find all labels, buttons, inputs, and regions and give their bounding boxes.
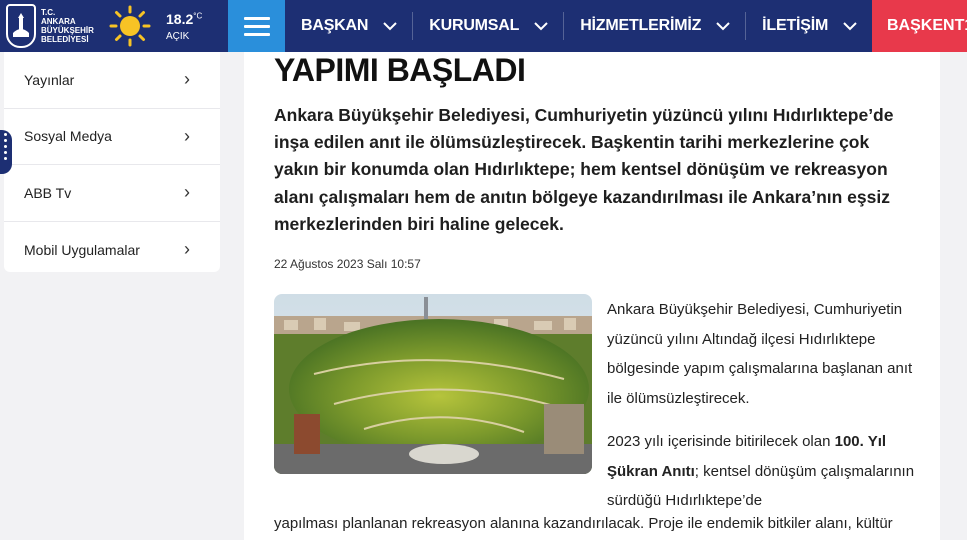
sidebar-item-sosyal-medya[interactable]: Sosyal Medya › <box>4 109 220 165</box>
logo-emblem-icon <box>6 4 36 48</box>
top-navigation-bar: T.C. ANKARA BÜYÜKŞEHİR BELEDİYESİ 18.2°C… <box>0 0 967 52</box>
nav-item-baskan[interactable]: BAŞKAN <box>285 0 412 52</box>
article-body: Ankara Büyükşehir Belediyesi, Cumhuriyet… <box>607 295 917 516</box>
chevron-right-icon: › <box>184 125 190 146</box>
sidebar-item-mobil-uygulamalar[interactable]: Mobil Uygulamalar › <box>4 222 220 279</box>
logo-line: BELEDİYESİ <box>41 35 89 44</box>
sidebar-item-label: ABB Tv <box>24 184 72 201</box>
logo-line: BÜYÜKŞEHİR <box>41 26 94 35</box>
nav-label: KURUMSAL <box>429 17 520 34</box>
nav-label: İLETİŞİM <box>762 17 829 34</box>
sidebar-menu: Yayınlar › Sosyal Medya › ABB Tv › Mobil… <box>4 52 220 272</box>
nav-item-iletisim[interactable]: İLETİŞİM <box>746 0 872 52</box>
article-date: 22 Ağustos 2023 Salı 10:57 <box>274 257 421 271</box>
temperature-number: 18.2 <box>166 10 194 27</box>
sidebar-item-label: Yayınlar <box>24 71 75 88</box>
chevron-down-icon[interactable] <box>701 0 745 52</box>
article-paragraph-continued: yapılması planlanan rekreasyon alanına k… <box>274 515 893 532</box>
main-nav: BAŞKAN KURUMSAL HİZMETLERİMİZ İLETİŞİM <box>285 0 872 52</box>
article-title: YAPIMI BAŞLADI <box>274 52 526 88</box>
nav-item-baskent15[interactable]: BAŞKENT15 <box>872 0 967 52</box>
sun-icon <box>109 5 151 47</box>
temperature-unit: °C <box>193 10 203 20</box>
nav-label: HİZMETLERİMİZ <box>580 17 702 34</box>
chevron-right-icon: › <box>184 182 190 203</box>
chevron-right-icon: › <box>184 239 190 260</box>
text-segment: 2023 yılı içerisinde bitirilecek olan <box>607 433 835 450</box>
article-photo[interactable] <box>274 294 592 474</box>
logo-line: ANKARA <box>41 17 76 26</box>
logo-line: T.C. <box>41 8 56 17</box>
sidebar-item-label: Mobil Uygulamalar <box>24 241 140 258</box>
temperature-value: 18.2°C <box>166 11 202 27</box>
nav-item-hizmetlerimiz[interactable]: HİZMETLERİMİZ <box>564 0 745 52</box>
chevron-down-icon[interactable] <box>828 0 872 52</box>
article-paragraph: 2023 yılı içerisinde bitirilecek olan 10… <box>607 427 917 516</box>
weather-widget: 18.2°C AÇIK <box>108 0 228 52</box>
article-lead: Ankara Büyükşehir Belediyesi, Cumhuriyet… <box>274 105 894 234</box>
sidebar-item-yayinlar[interactable]: Yayınlar › <box>4 52 220 109</box>
weather-condition: AÇIK <box>166 30 190 42</box>
side-drawer-tab[interactable] <box>0 130 12 174</box>
chevron-right-icon: › <box>184 69 190 90</box>
sidebar-item-abb-tv[interactable]: ABB Tv › <box>4 165 220 222</box>
nav-label: BAŞKAN <box>301 17 369 34</box>
abb-logo[interactable]: T.C. ANKARA BÜYÜKŞEHİR BELEDİYESİ <box>0 0 108 52</box>
chevron-down-icon[interactable] <box>519 0 563 52</box>
chevron-down-icon[interactable] <box>368 0 412 52</box>
nav-item-kurumsal[interactable]: KURUMSAL <box>413 0 563 52</box>
article-content: YAPIMI BAŞLADI Ankara Büyükşehir Belediy… <box>244 52 940 540</box>
article-paragraph: Ankara Büyükşehir Belediyesi, Cumhuriyet… <box>607 301 913 407</box>
logo-text: T.C. ANKARA BÜYÜKŞEHİR BELEDİYESİ <box>41 8 94 44</box>
sidebar-item-label: Sosyal Medya <box>24 128 112 145</box>
hamburger-menu-button[interactable] <box>228 0 285 52</box>
